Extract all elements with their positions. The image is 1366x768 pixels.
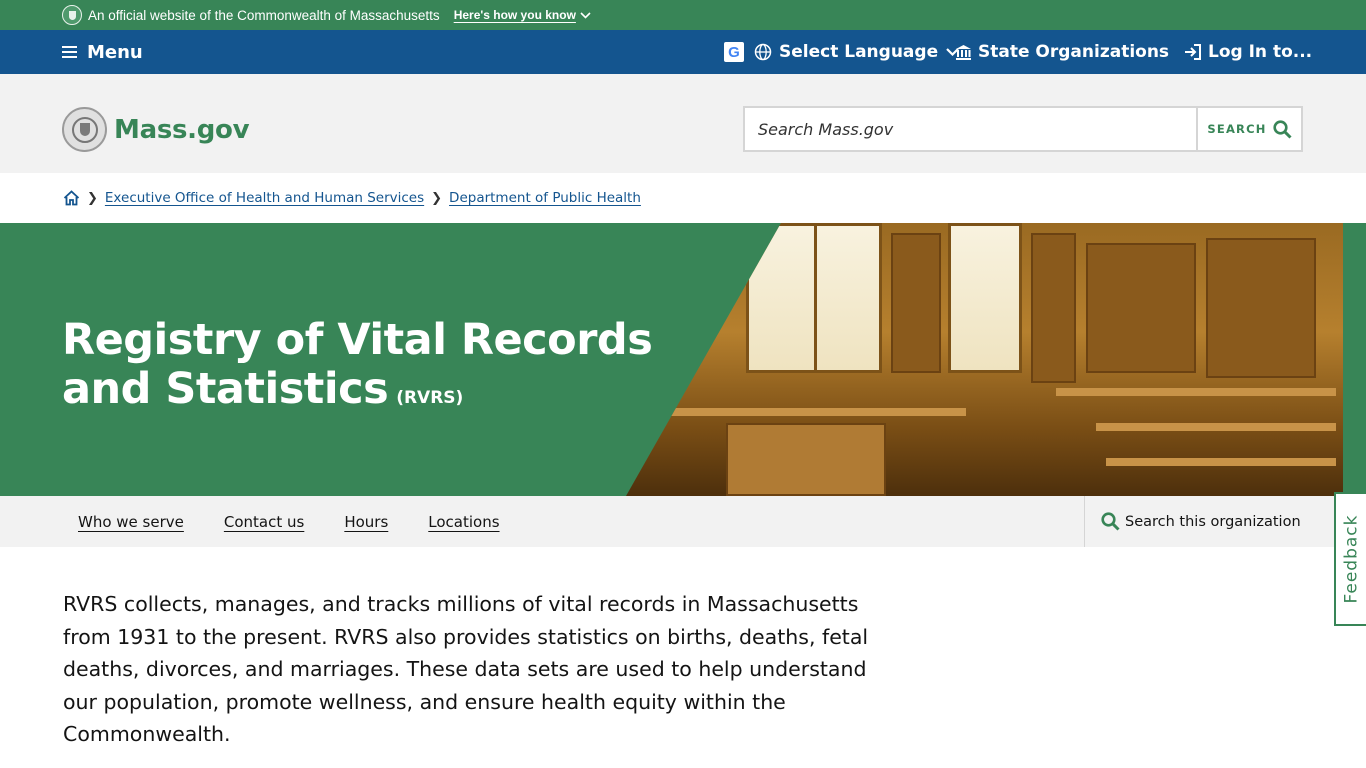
hero-banner: Registry of Vital Records and Statistics…: [0, 223, 1366, 496]
how-you-know-link[interactable]: Here's how you know: [454, 8, 591, 22]
nav-link-who-we-serve[interactable]: Who we serve: [78, 513, 184, 531]
breadcrumb-separator-icon: ❯: [431, 190, 443, 206]
nav-link-hours[interactable]: Hours: [344, 513, 388, 531]
breadcrumb-link[interactable]: Executive Office of Health and Human Ser…: [105, 190, 424, 206]
home-icon[interactable]: [63, 190, 80, 206]
search-button-label: SEARCH: [1207, 122, 1267, 136]
page-title-text: Registry of Vital Records and Statistics: [62, 315, 653, 414]
how-you-know-label: Here's how you know: [453, 8, 576, 22]
breadcrumb-link[interactable]: Department of Public Health: [449, 190, 641, 206]
nav-link-locations[interactable]: Locations: [428, 513, 499, 531]
page-title-acronym: (RVRS): [396, 388, 464, 408]
search-icon: [1101, 512, 1120, 531]
official-banner-text: An official website of the Commonwealth …: [88, 7, 440, 23]
organization-nav: Who we serve Contact us Hours Locations …: [0, 496, 1366, 547]
page-title: Registry of Vital Records and Statistics…: [62, 316, 682, 423]
login-label: Log In to...: [1208, 42, 1313, 62]
site-header: Mass.gov SEARCH: [0, 74, 1366, 173]
google-translate-icon: G: [724, 42, 744, 62]
select-language-button[interactable]: G Select Language: [724, 30, 966, 74]
intro-paragraph: RVRS collects, manages, and tracks milli…: [63, 592, 869, 746]
feedback-tab[interactable]: Feedback: [1334, 492, 1366, 626]
courtroom-image: [626, 223, 1343, 496]
search-organization-button[interactable]: Search this organization: [1084, 496, 1314, 547]
site-search: SEARCH: [743, 106, 1303, 152]
hero-edge: [1343, 223, 1366, 496]
login-icon: [1185, 44, 1201, 60]
search-input[interactable]: [745, 108, 1196, 150]
state-organizations-button[interactable]: State Organizations: [955, 30, 1169, 74]
login-button[interactable]: Log In to...: [1183, 30, 1312, 74]
chevron-down-icon: [580, 11, 591, 19]
feedback-label: Feedback: [1341, 514, 1361, 604]
building-icon: [956, 44, 971, 60]
organization-nav-links: Who we serve Contact us Hours Locations: [78, 496, 540, 547]
search-icon: [1272, 119, 1292, 139]
search-organization-label: Search this organization: [1125, 513, 1301, 530]
menu-label: Menu: [87, 41, 143, 63]
menu-button[interactable]: Menu: [62, 30, 143, 74]
state-organizations-label: State Organizations: [978, 42, 1170, 62]
breadcrumb-separator-icon: ❯: [87, 190, 98, 206]
mass-gov-logo[interactable]: Mass.gov: [62, 107, 250, 152]
nav-link-contact-us[interactable]: Contact us: [224, 513, 304, 531]
breadcrumb: ❯ Executive Office of Health and Human S…: [0, 173, 1366, 223]
hamburger-icon: [62, 43, 77, 61]
official-banner: An official website of the Commonwealth …: [0, 0, 1366, 30]
utility-nav: Menu G Select Language State Organizatio…: [0, 30, 1366, 74]
state-seal-icon: [62, 107, 107, 152]
logo-text: Mass.gov: [114, 114, 250, 145]
search-button[interactable]: SEARCH: [1196, 108, 1301, 150]
select-language-label: Select Language: [779, 42, 939, 62]
globe-icon: [754, 43, 772, 61]
state-seal-icon: [62, 5, 82, 25]
